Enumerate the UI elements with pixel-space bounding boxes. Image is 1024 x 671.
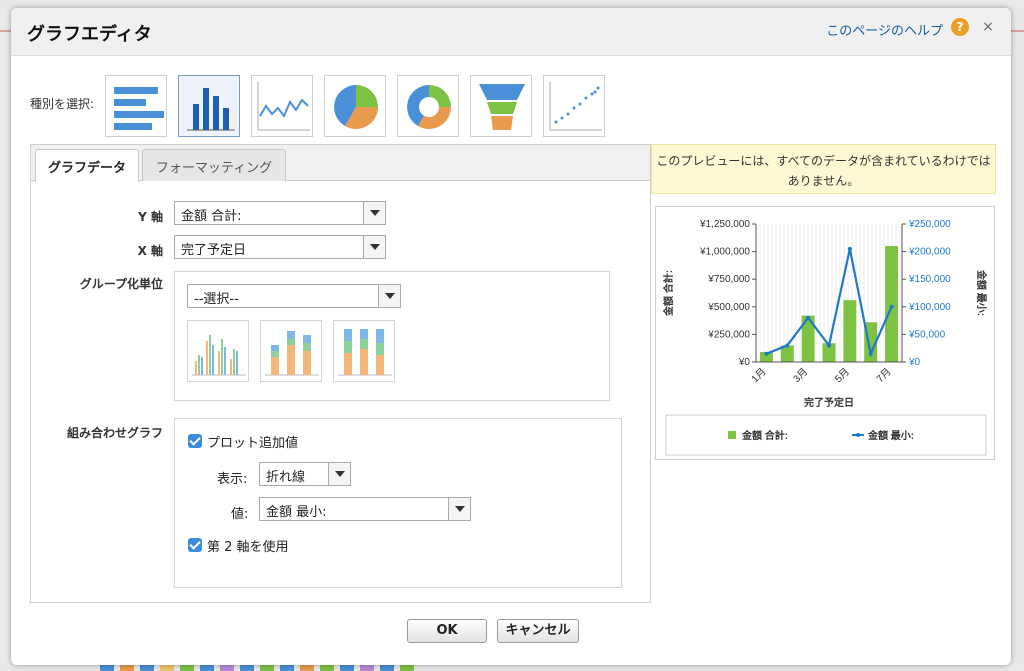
horizontal-bar-icon bbox=[114, 87, 164, 130]
y-axis-title: 金額 合計: bbox=[662, 270, 675, 317]
line-chart-icon bbox=[257, 82, 310, 131]
chevron-down-icon bbox=[378, 285, 400, 307]
bar-7月 bbox=[885, 246, 899, 362]
preview-notice: このプレビューには、すべてのデータが含まれているわけではありません。 bbox=[651, 144, 996, 194]
funnel-chart-icon bbox=[479, 84, 525, 130]
plot-extra-label: プロット追加値 bbox=[207, 436, 299, 451]
chevron-down-icon bbox=[328, 463, 350, 485]
combo-chart-label: 組み合わせグラフ bbox=[66, 426, 163, 440]
donut-chart-icon bbox=[407, 85, 451, 129]
tab-bar: グラフデータ フォーマッティング bbox=[31, 145, 650, 182]
y-axis-select[interactable]: 金額 合計: bbox=[174, 201, 386, 225]
display-select-value: 折れ線 bbox=[266, 470, 306, 485]
line-point-1月 bbox=[764, 351, 769, 356]
x-tick-label: 5月 bbox=[832, 366, 851, 385]
grouping-side-by-side-button[interactable] bbox=[187, 320, 249, 382]
y-axis-select-value: 金額 合計: bbox=[181, 209, 242, 224]
legend-label-line: 金額 最小: bbox=[867, 429, 914, 442]
line-point-3月 bbox=[806, 315, 811, 320]
x-axis-title: 完了予定日 bbox=[804, 396, 854, 409]
x-tick-label: 7月 bbox=[874, 366, 893, 385]
display-select[interactable]: 折れ線 bbox=[259, 462, 351, 486]
plot-extra-checkbox[interactable] bbox=[188, 434, 202, 448]
vertical-bar-icon bbox=[187, 88, 235, 131]
close-icon[interactable]: × bbox=[979, 18, 997, 36]
combo-chart-fieldset: プロット追加値 表示: 折れ線 値: 金額 最小: 第 2 軸を使用 bbox=[174, 418, 622, 588]
help-link[interactable]: このページのヘルプ bbox=[826, 20, 943, 39]
tab-chart-data[interactable]: グラフデータ bbox=[35, 149, 139, 182]
second-axis-checkbox[interactable] bbox=[188, 538, 202, 552]
y-tick-label: ¥1,250,000 bbox=[699, 219, 750, 230]
line-point-2月 bbox=[785, 343, 790, 348]
chart-type-donut-button[interactable] bbox=[397, 75, 459, 137]
y-tick-label: ¥750,000 bbox=[707, 274, 750, 285]
dialog-header: グラフエディタ このページのヘルプ ? × bbox=[11, 8, 1011, 56]
grouping-fieldset: --選択-- bbox=[174, 271, 610, 401]
y2-tick-label: ¥0 bbox=[908, 357, 921, 368]
value-select-value: 金額 最小: bbox=[266, 505, 327, 520]
x-tick-label: 1月 bbox=[749, 366, 768, 385]
legend-swatch-bar bbox=[728, 431, 736, 439]
chart-type-horizontal-bar-button[interactable] bbox=[105, 75, 167, 137]
chart-type-line-button[interactable] bbox=[251, 75, 313, 137]
stacked-bars-icon bbox=[265, 331, 319, 376]
y-axis-label: Y 軸 bbox=[138, 210, 163, 224]
x-axis-label: X 軸 bbox=[137, 244, 163, 258]
x-axis-select-value: 完了予定日 bbox=[181, 243, 247, 258]
y-tick-label: ¥500,000 bbox=[707, 302, 750, 313]
chevron-down-icon bbox=[363, 202, 385, 224]
scatter-chart-icon bbox=[549, 82, 602, 131]
help-icon[interactable]: ? bbox=[951, 18, 969, 36]
chart-preview: ¥0 ¥250,000 ¥500,000 ¥750,000 ¥1,000,000 ¥1,2… bbox=[655, 206, 995, 460]
y-tick-label: ¥0 bbox=[738, 357, 751, 368]
second-axis-label: 第 2 軸を使用 bbox=[207, 540, 289, 555]
chart-config-panel: グラフデータ フォーマッティング Y 軸 金額 合計: X 軸 完了予定日 グル… bbox=[30, 144, 651, 603]
line-point-4月 bbox=[827, 343, 831, 348]
chart-type-label: 種別を選択: bbox=[30, 97, 95, 111]
line-point-7月 bbox=[889, 304, 894, 309]
y2-tick-label: ¥250,000 bbox=[908, 219, 951, 230]
legend-swatch-point bbox=[856, 433, 860, 437]
x-tick-label: 3月 bbox=[791, 366, 810, 385]
value-select[interactable]: 金額 最小: bbox=[259, 497, 471, 521]
y2-axis-title: 金額 最小: bbox=[975, 269, 988, 316]
legend-label-bar: 金額 合計: bbox=[741, 429, 788, 442]
display-label: 表示: bbox=[217, 472, 248, 487]
value-label: 値: bbox=[231, 507, 249, 522]
y2-tick-label: ¥150,000 bbox=[908, 274, 951, 285]
y2-tick-label: ¥100,000 bbox=[908, 302, 951, 313]
dialog-title: グラフエディタ bbox=[27, 24, 152, 45]
tab-formatting[interactable]: フォーマッティング bbox=[142, 149, 286, 181]
grouping-stacked-100-button[interactable] bbox=[333, 320, 395, 382]
chart-legend bbox=[665, 414, 987, 456]
chart-type-vertical-bar-button[interactable] bbox=[178, 75, 240, 137]
chart-type-funnel-button[interactable] bbox=[470, 75, 532, 137]
grouping-stacked-button[interactable] bbox=[260, 320, 322, 382]
chart-type-scatter-button[interactable] bbox=[543, 75, 605, 137]
ok-button[interactable]: OK bbox=[407, 619, 487, 643]
line-point-6月 bbox=[868, 351, 873, 356]
y-tick-label: ¥250,000 bbox=[707, 329, 750, 340]
preview-chart-svg: ¥0 ¥250,000 ¥500,000 ¥750,000 ¥1,000,000 ¥1,2… bbox=[662, 219, 988, 456]
y2-tick-label: ¥50,000 bbox=[908, 329, 946, 340]
stacked-100-bars-icon bbox=[338, 329, 392, 376]
chart-type-pie-button[interactable] bbox=[324, 75, 386, 137]
pie-chart-icon bbox=[334, 85, 378, 129]
side-by-side-bars-icon bbox=[192, 335, 246, 376]
chevron-down-icon bbox=[363, 236, 385, 258]
grouping-select-value: --選択-- bbox=[194, 292, 239, 307]
grouping-label: グループ化単位 bbox=[79, 277, 163, 291]
chevron-down-icon bbox=[448, 498, 470, 520]
line-point-5月 bbox=[847, 246, 852, 251]
grouping-select[interactable]: --選択-- bbox=[187, 284, 401, 308]
bar-5月 bbox=[843, 300, 857, 362]
y2-tick-label: ¥200,000 bbox=[908, 247, 951, 258]
x-axis-select[interactable]: 完了予定日 bbox=[174, 235, 386, 259]
chart-editor-dialog: グラフエディタ このページのヘルプ ? × 種別を選択: グラフデータ フォーマ… bbox=[11, 8, 1011, 665]
y-tick-label: ¥1,000,000 bbox=[699, 247, 750, 258]
cancel-button[interactable]: キャンセル bbox=[497, 619, 579, 643]
